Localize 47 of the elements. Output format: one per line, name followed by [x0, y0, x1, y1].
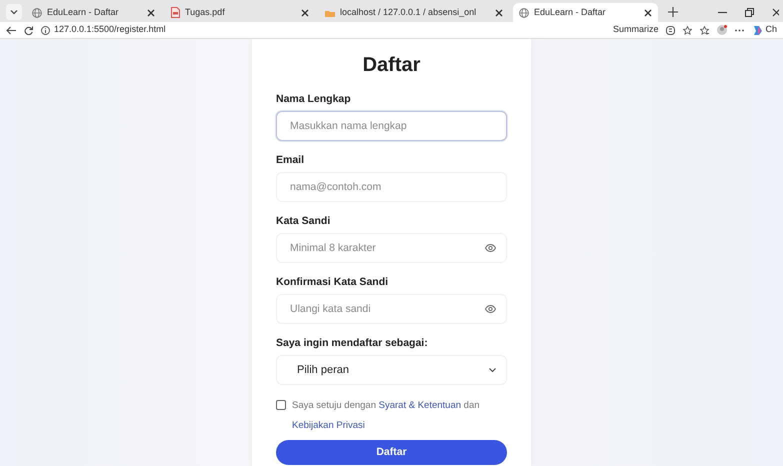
- close-icon[interactable]: [495, 8, 503, 16]
- field-label: Saya ingin mendaftar sebagai:: [276, 336, 429, 351]
- reload-icon[interactable]: [24, 26, 33, 34]
- browser-tab[interactable]: localhost / 127.0.0.1 / absensi_onl: [319, 3, 509, 22]
- folder-icon: [325, 8, 335, 16]
- eye-icon[interactable]: [485, 305, 496, 313]
- info-icon[interactable]: [41, 26, 50, 34]
- terms-link[interactable]: Syarat & Ketentuan: [378, 400, 462, 411]
- role-select[interactable]: Pilih peran: [276, 355, 507, 385]
- email-field[interactable]: nama@contoh.com: [276, 172, 507, 202]
- close-icon[interactable]: [147, 8, 155, 16]
- submit-button[interactable]: Daftar: [276, 440, 507, 466]
- field-label: Konfirmasi Kata Sandi: [276, 275, 390, 290]
- close-icon[interactable]: [644, 8, 652, 16]
- copilot-label[interactable]: Ch: [765, 23, 777, 37]
- summarize-icon[interactable]: [666, 26, 676, 34]
- globe-icon: [519, 8, 529, 18]
- close-icon[interactable]: [772, 8, 779, 17]
- field-label: Nama Lengkap: [276, 92, 352, 107]
- form-title: Daftar: [362, 53, 422, 78]
- chevron-down-icon: [489, 368, 496, 372]
- more-menu-icon[interactable]: [735, 28, 744, 32]
- star-icon[interactable]: [683, 26, 692, 34]
- address-bar-url[interactable]: 127.0.0.1:5500/register.html: [54, 23, 166, 37]
- input-field[interactable]: Masukkan nama lengkap: [276, 111, 507, 141]
- browser-tab[interactable]: Tugas.pdf: [165, 3, 315, 22]
- tab-list-icon[interactable]: [6, 4, 22, 20]
- password-field[interactable]: Ulangi kata sandi: [276, 294, 507, 324]
- active-tab[interactable]: EduLearn - Daftar: [513, 3, 658, 22]
- document-icon: [171, 7, 180, 18]
- browser-tab[interactable]: EduLearn - Daftar: [26, 3, 161, 22]
- eye-icon[interactable]: [485, 244, 496, 252]
- restore-icon[interactable]: [745, 8, 754, 17]
- field-label: Email: [276, 153, 306, 168]
- back-icon[interactable]: [6, 26, 16, 34]
- copilot-icon[interactable]: [752, 24, 764, 36]
- profile-icon[interactable]: [717, 25, 728, 35]
- password-field[interactable]: Minimal 8 karakter: [276, 233, 507, 263]
- summarize-button[interactable]: Summarize: [612, 23, 658, 37]
- favorites-icon[interactable]: [700, 26, 710, 34]
- checkbox[interactable]: [276, 400, 286, 410]
- new-tab-icon[interactable]: [668, 7, 678, 17]
- agreement-text: Saya setuju dengan Syarat & Ketentuan dan Kebijakan Privasi: [292, 399, 481, 433]
- privacy-link[interactable]: Kebijakan Privasi: [292, 420, 365, 431]
- field-label: Kata Sandi: [276, 214, 332, 229]
- close-icon[interactable]: [301, 8, 309, 16]
- globe-icon: [32, 8, 42, 18]
